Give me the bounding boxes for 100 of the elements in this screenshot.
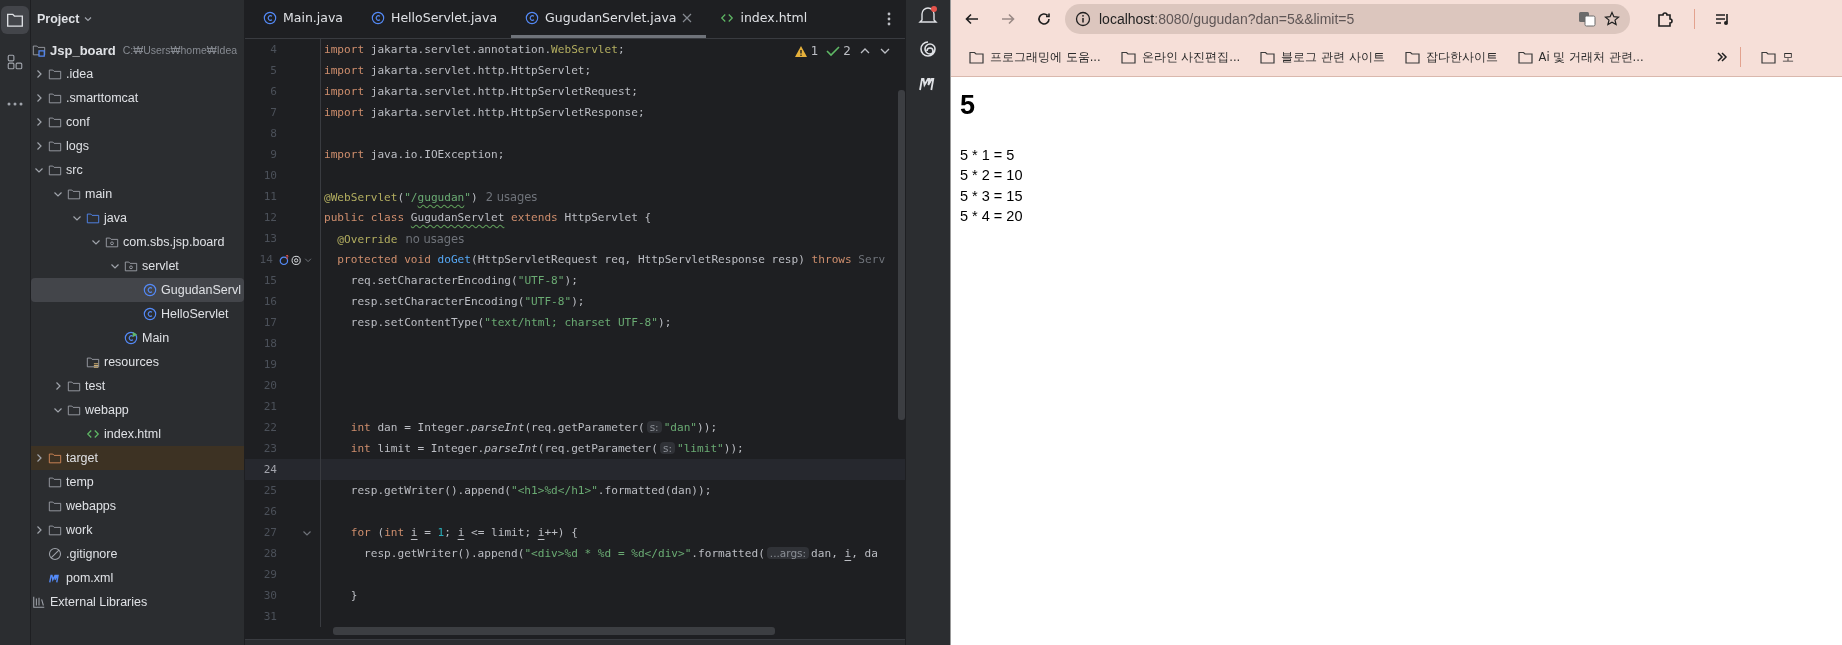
tree-item[interactable]: servlet bbox=[142, 259, 179, 273]
tree-item[interactable]: Jsp_board bbox=[50, 42, 116, 58]
puzzle-icon[interactable] bbox=[1656, 10, 1674, 28]
scrollbar[interactable] bbox=[898, 90, 905, 420]
structure-icon bbox=[6, 53, 24, 71]
resources-folder-icon bbox=[86, 355, 100, 369]
warning-count[interactable]: 1 bbox=[810, 44, 819, 58]
code-line: import jakarta.servlet.annotation.WebServlet; bbox=[323, 43, 625, 56]
code-line: int dan = Integer.parseInt(req.getParameter( s: "dan")); bbox=[349, 421, 718, 434]
code-line: resp.getWriter().append("<div>%d * %d = %d</div>".formatted( ...args: dan, i, da bbox=[363, 547, 878, 560]
folder-icon bbox=[1260, 50, 1276, 64]
folder-icon bbox=[969, 50, 984, 64]
result-line: 5 * 3 = 15 bbox=[960, 186, 1024, 206]
tree-item[interactable]: logs bbox=[66, 139, 89, 153]
tree-item[interactable]: .gitignore bbox=[66, 547, 118, 561]
file-tab[interactable]: Main.java bbox=[249, 0, 357, 38]
bookmark[interactable]: 모 bbox=[1752, 46, 1802, 68]
tree-item[interactable]: resources bbox=[104, 355, 159, 369]
folder-icon bbox=[48, 115, 62, 129]
bookmark[interactable]: 블로그 관련 사이트 bbox=[1252, 46, 1393, 68]
folder-icon bbox=[48, 163, 62, 177]
code-line: for (int i = 1; i <= limit; i++) { bbox=[349, 526, 578, 539]
package-folder-icon bbox=[124, 259, 138, 273]
folder-icon bbox=[48, 523, 62, 537]
folder-icon bbox=[1760, 50, 1776, 64]
tree-item[interactable]: temp bbox=[66, 475, 94, 489]
notification-bell-icon[interactable] bbox=[917, 4, 939, 26]
folder-icon bbox=[67, 379, 81, 393]
folder-icon bbox=[67, 187, 81, 201]
page-heading: 5 bbox=[960, 89, 977, 122]
check-icon bbox=[826, 44, 841, 58]
package-folder-icon bbox=[105, 235, 119, 249]
tree-item[interactable]: index.html bbox=[104, 427, 161, 441]
tree-item[interactable]: test bbox=[85, 379, 106, 393]
tree-item[interactable]: target bbox=[66, 451, 98, 465]
back-arrow-icon bbox=[964, 11, 980, 27]
tree-item[interactable]: pom.xml bbox=[66, 571, 114, 585]
code-line: resp.setCharacterEncoding("UTF-8"); bbox=[349, 295, 585, 308]
tree-item[interactable]: HelloServlet bbox=[161, 307, 229, 321]
code-line: @Override no usages bbox=[336, 231, 465, 246]
folder-icon bbox=[48, 451, 62, 465]
folder-icon bbox=[48, 139, 62, 153]
bookmark[interactable]: Ai 및 거래처 관련... bbox=[1509, 46, 1652, 68]
info-icon[interactable] bbox=[1075, 11, 1091, 27]
result-line: 5 * 1 = 5 bbox=[960, 145, 1016, 165]
spiral-icon[interactable] bbox=[917, 38, 939, 60]
code-line: resp.getWriter().append("<h1>%d</h1>".formatted(dan)); bbox=[349, 484, 712, 497]
folder-icon bbox=[67, 403, 81, 417]
module-path: C:₩Users₩home₩Idea bbox=[122, 44, 238, 56]
folder-icon bbox=[48, 499, 62, 513]
tree-item[interactable]: Main bbox=[142, 331, 170, 345]
code-line: import jakarta.servlet.http.HttpServletResponse; bbox=[323, 106, 645, 119]
class-icon bbox=[371, 10, 385, 25]
scrollbar[interactable] bbox=[333, 627, 775, 635]
file-tab[interactable]: index.html bbox=[706, 0, 822, 38]
address-bar[interactable]: localhost:8080/gugudan?dan=5&&limit=5 bbox=[1065, 4, 1630, 34]
runnable-class-icon bbox=[124, 331, 138, 345]
check-count[interactable]: 2 bbox=[843, 44, 851, 58]
panel-title[interactable]: Project bbox=[37, 12, 80, 26]
star-icon[interactable] bbox=[1604, 11, 1620, 27]
library-icon bbox=[32, 595, 46, 609]
warning-icon bbox=[793, 44, 808, 58]
close-icon[interactable] bbox=[682, 12, 693, 23]
bookmark[interactable]: 잡다한사이트 bbox=[1396, 46, 1506, 68]
tree-item[interactable]: java bbox=[104, 211, 127, 225]
folder-icon bbox=[48, 91, 62, 105]
code-line: import java.io.IOException; bbox=[323, 148, 505, 161]
media-queue-icon[interactable] bbox=[1715, 11, 1731, 27]
tree-item[interactable]: main bbox=[85, 187, 113, 201]
tree-item[interactable]: .idea bbox=[66, 67, 94, 81]
tree-item[interactable]: webapp bbox=[85, 403, 129, 417]
bookmark[interactable]: 프로그래밍에 도움... bbox=[961, 46, 1109, 68]
tree-item[interactable]: External Libraries bbox=[50, 595, 148, 609]
code-line: protected void doGet(HttpServletRequest req, HttpServletResponse resp) throws Serv bbox=[336, 253, 886, 266]
tree-item[interactable]: webapps bbox=[66, 499, 117, 513]
tree-item[interactable]: com.sbs.jsp.board bbox=[123, 235, 225, 249]
override-markers-icon[interactable] bbox=[278, 252, 302, 267]
folder-icon bbox=[1120, 50, 1136, 64]
folder-icon bbox=[86, 211, 100, 225]
code-line: int limit = Integer.parseInt(req.getParameter( s: "limit")); bbox=[349, 442, 744, 455]
tree-item[interactable]: work bbox=[66, 523, 93, 537]
code-line: public class GugudanServlet extends HttpServlet { bbox=[323, 211, 652, 224]
file-tab[interactable]: HelloServlet.java bbox=[357, 0, 512, 38]
file-tab[interactable]: GugudanServlet.java bbox=[511, 0, 707, 38]
tree-item[interactable]: src bbox=[66, 163, 83, 177]
translate-icon[interactable] bbox=[1578, 10, 1596, 28]
tree-item[interactable]: .smarttomcat bbox=[66, 91, 139, 105]
bookmark[interactable]: 온라인 사진편집... bbox=[1112, 46, 1249, 68]
line-number: 24 bbox=[262, 463, 277, 476]
class-icon bbox=[143, 283, 157, 297]
tree-item[interactable]: conf bbox=[66, 115, 90, 129]
code-line: import jakarta.servlet.http.HttpServlet; bbox=[323, 64, 592, 77]
chevron-icon[interactable] bbox=[83, 14, 94, 24]
tool-window-button[interactable] bbox=[1, 6, 29, 34]
forward-arrow-icon bbox=[1000, 11, 1016, 27]
chevrons-icon[interactable] bbox=[1715, 51, 1728, 63]
class-icon bbox=[143, 307, 157, 321]
code-brackets-icon bbox=[86, 427, 100, 441]
result-line: 5 * 2 = 10 bbox=[960, 166, 1024, 186]
code-line: import jakarta.servlet.http.HttpServletRequest; bbox=[323, 85, 638, 98]
